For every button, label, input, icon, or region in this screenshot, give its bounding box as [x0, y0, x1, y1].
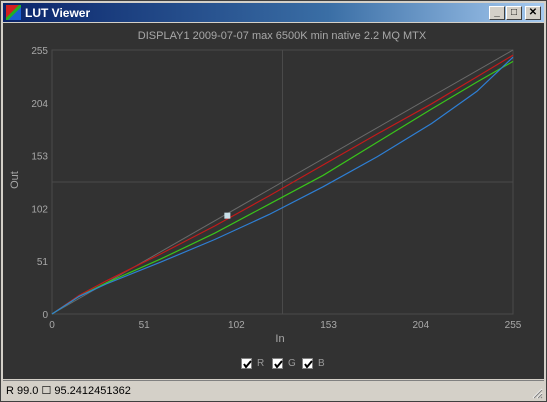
- minimize-button[interactable]: _: [489, 6, 505, 20]
- lut-chart[interactable]: DISPLAY1 2009-07-07 max 6500K min native…: [3, 23, 544, 353]
- legend: R G B: [3, 356, 544, 374]
- x-tick-label: 204: [412, 320, 429, 331]
- y-tick-label: 204: [31, 99, 48, 110]
- y-tick-label: 255: [31, 46, 48, 57]
- x-tick-label: 255: [505, 320, 522, 331]
- checkmark-icon: [304, 360, 313, 369]
- checkbox-b[interactable]: [302, 358, 313, 369]
- close-button[interactable]: ✕: [525, 6, 541, 20]
- legend-label-g: G: [288, 358, 296, 369]
- x-tick-label: 51: [139, 320, 151, 331]
- y-tick-label: 102: [31, 204, 48, 215]
- resize-grip-icon[interactable]: [531, 387, 543, 399]
- chart-area: DISPLAY1 2009-07-07 max 6500K min native…: [3, 23, 544, 379]
- checkmark-icon: [243, 360, 252, 369]
- x-axis-label: In: [275, 333, 284, 345]
- legend-label-r: R: [257, 358, 265, 369]
- title-bar[interactable]: LUT Viewer _ □ ✕: [3, 3, 544, 22]
- x-tick-label: 0: [49, 320, 55, 331]
- minimize-icon: _: [494, 7, 500, 18]
- chart-title: DISPLAY1 2009-07-07 max 6500K min native…: [138, 30, 427, 42]
- y-tick-label: 0: [42, 310, 48, 321]
- y-tick-label: 51: [37, 257, 49, 268]
- lut-app-icon: [6, 5, 21, 20]
- close-icon: ✕: [528, 7, 538, 18]
- legend-label-b: B: [318, 358, 325, 369]
- x-tick-label: 102: [228, 320, 245, 331]
- status-readout: R 99.0 ☐ 95.2412451362: [6, 385, 131, 397]
- x-tick-label: 153: [320, 320, 337, 331]
- y-tick-label: 153: [31, 152, 48, 163]
- maximize-icon: □: [510, 7, 518, 18]
- marker-group: [224, 212, 231, 219]
- maximize-button[interactable]: □: [506, 6, 522, 20]
- cursor-marker[interactable]: [224, 212, 231, 219]
- window-title: LUT Viewer: [25, 6, 91, 20]
- y-axis-label: Out: [9, 171, 21, 189]
- checkmark-icon: [274, 360, 283, 369]
- lut-viewer-window: LUT Viewer _ □ ✕ DISPLAY1 2009-07-07 max…: [0, 0, 547, 402]
- status-bar: R 99.0 ☐ 95.2412451362: [3, 380, 544, 400]
- checkbox-g[interactable]: [272, 358, 283, 369]
- checkbox-r[interactable]: [241, 358, 252, 369]
